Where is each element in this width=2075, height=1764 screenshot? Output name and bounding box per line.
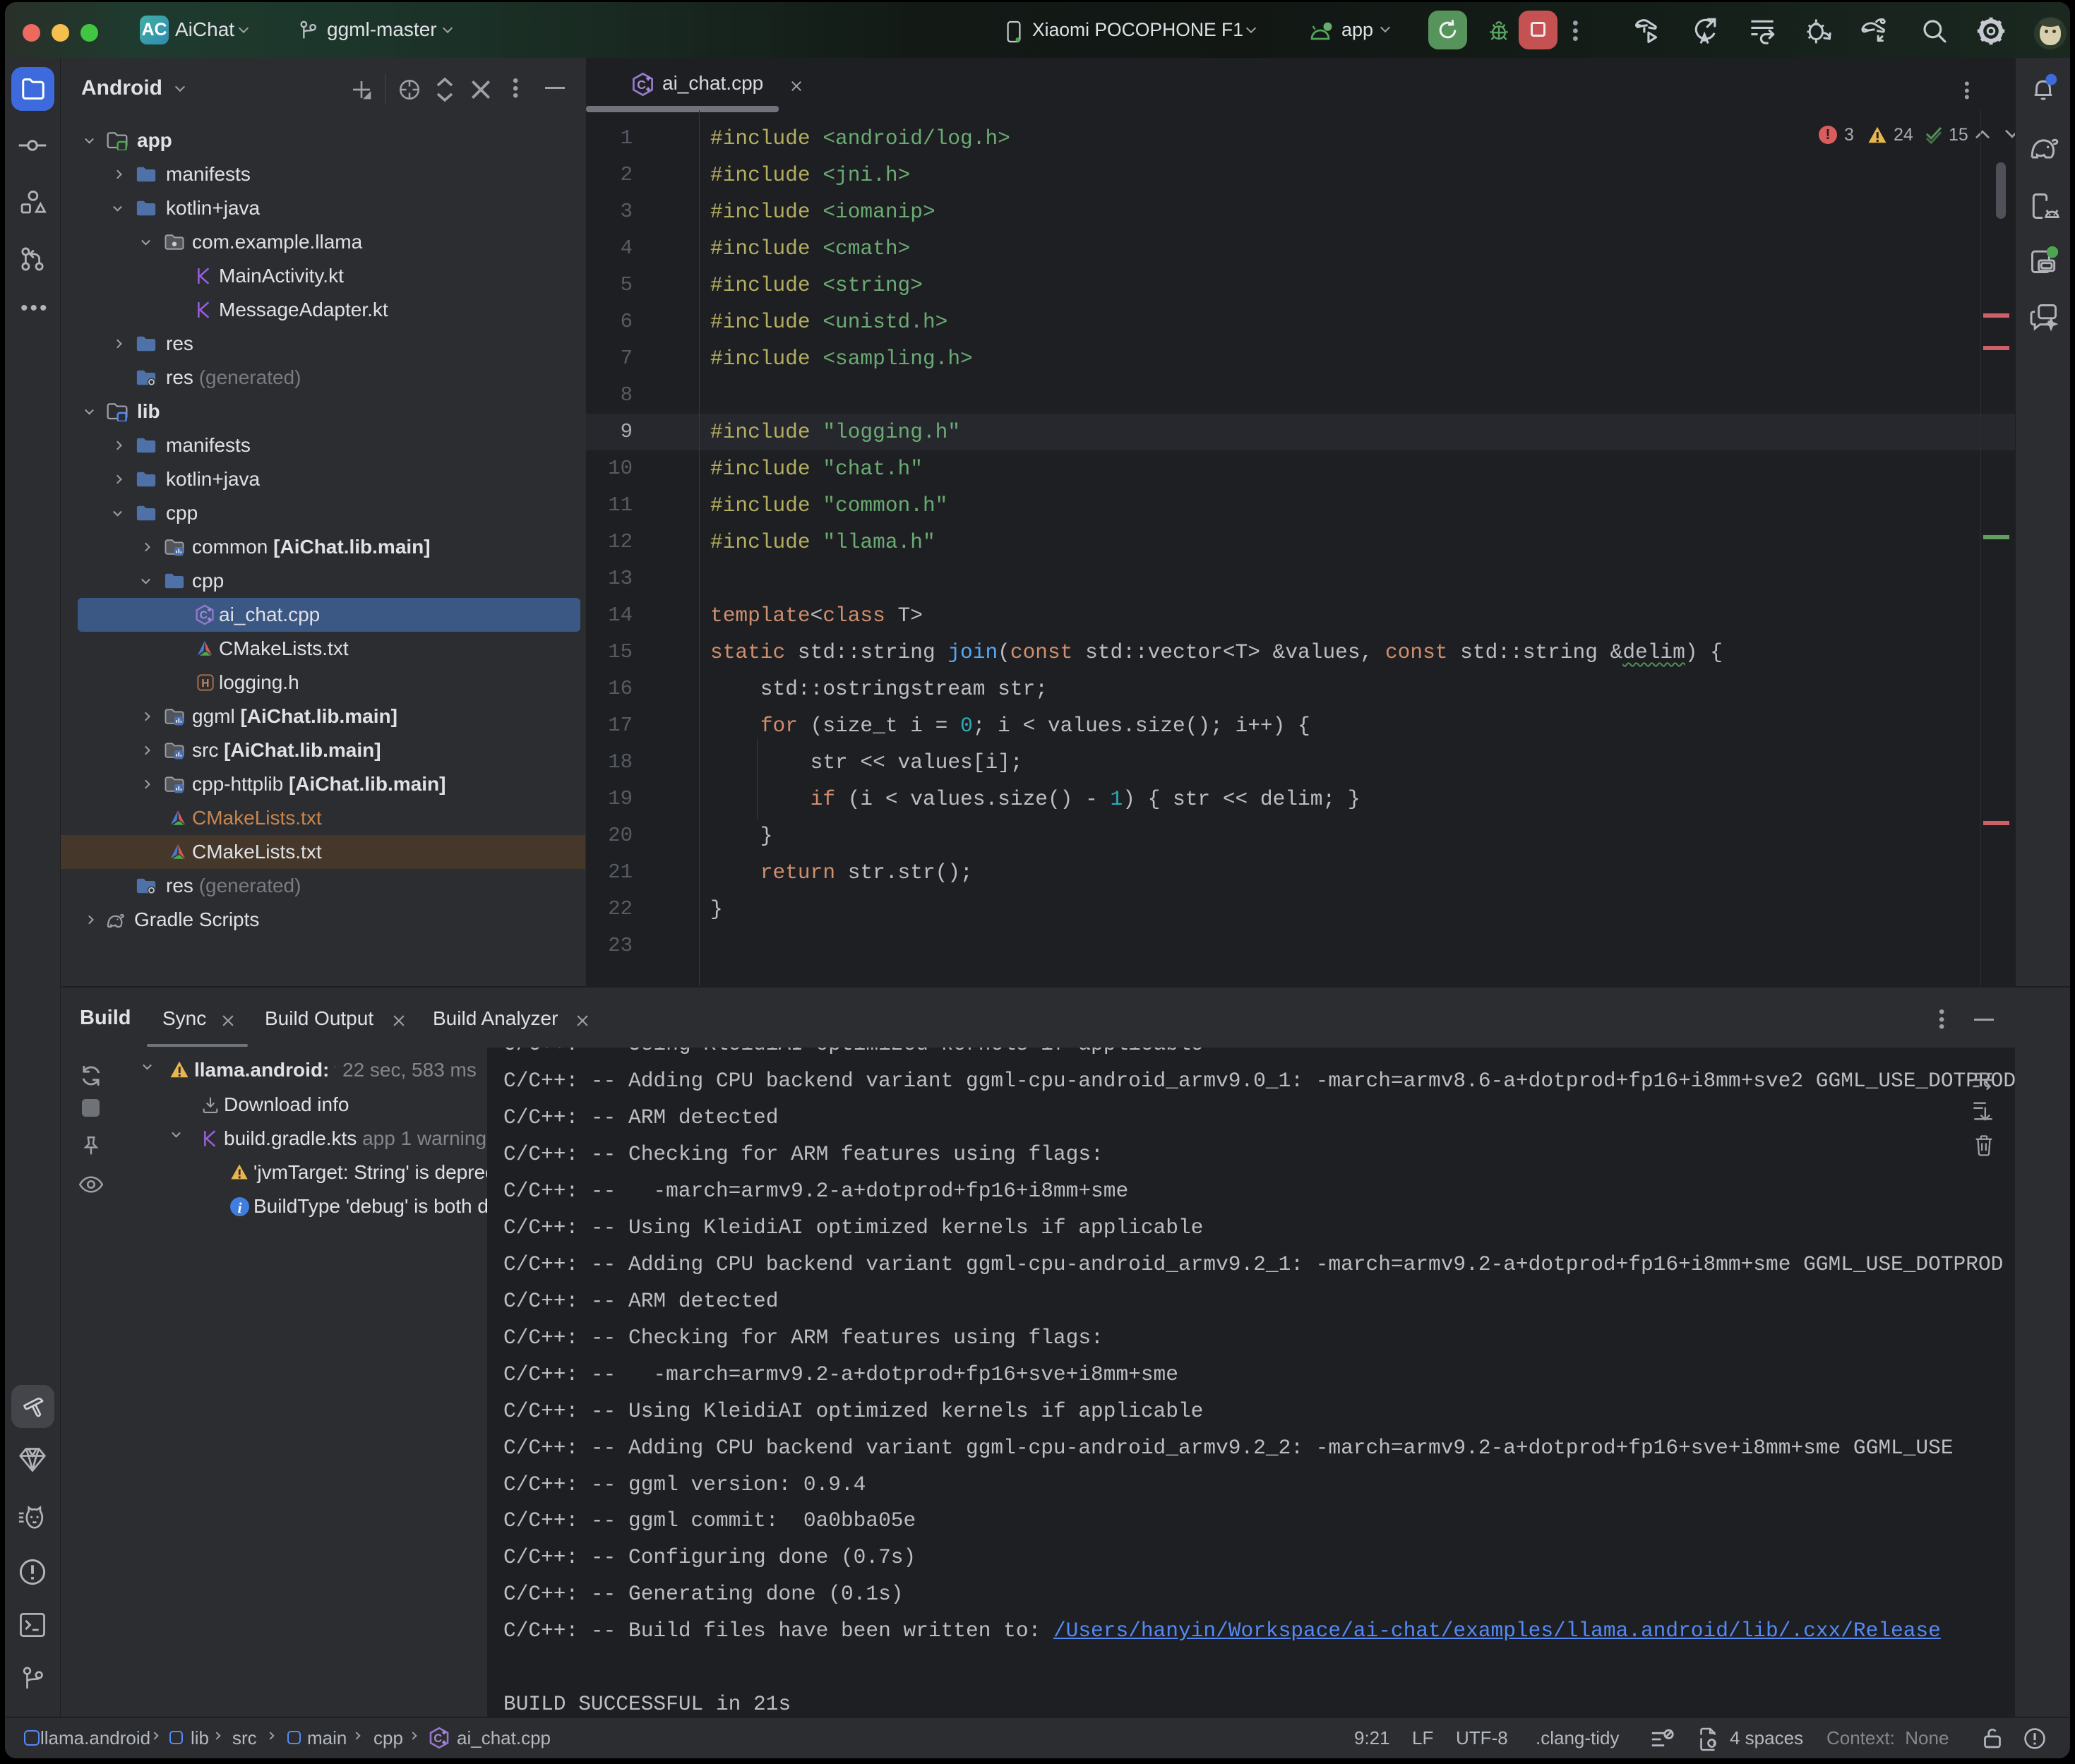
svg-text:C: C	[433, 1732, 442, 1745]
svg-text:C: C	[637, 78, 646, 92]
svg-text:H: H	[201, 678, 209, 690]
svg-text:C: C	[200, 610, 208, 622]
